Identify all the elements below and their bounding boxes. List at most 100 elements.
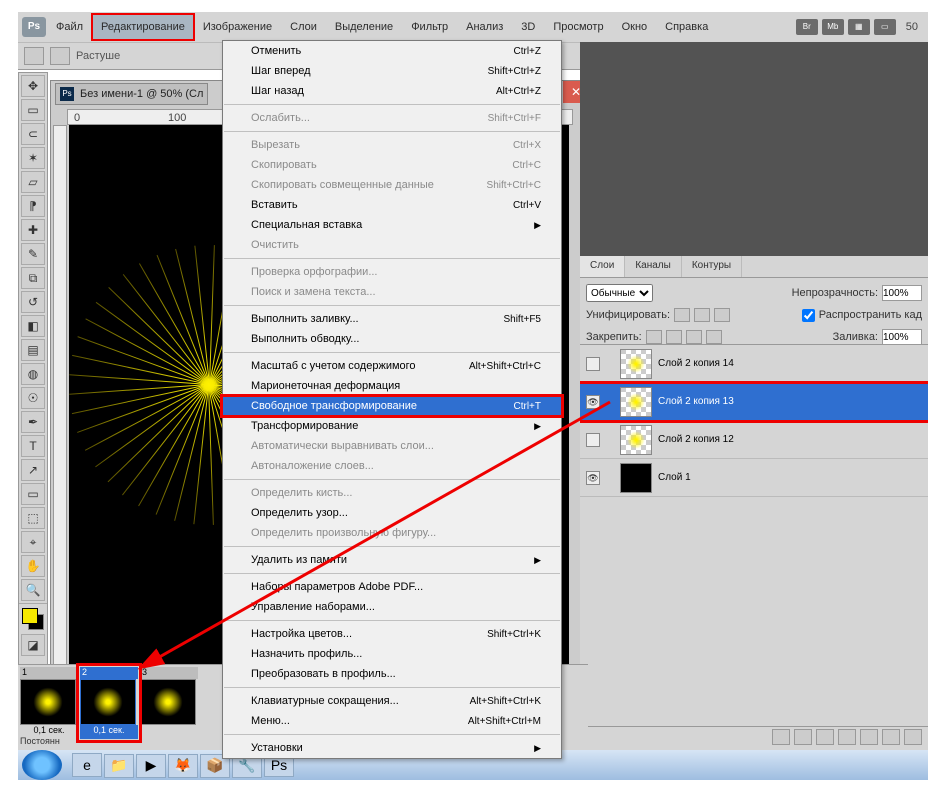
type-tool[interactable]: T (21, 435, 45, 457)
panel-tab[interactable]: Контуры (682, 256, 742, 277)
gradient-tool[interactable]: ▤ (21, 339, 45, 361)
heal-tool[interactable]: ✚ (21, 219, 45, 241)
start-button[interactable] (22, 750, 62, 780)
taskbar-app[interactable]: ▶ (136, 754, 166, 778)
menu-item[interactable]: Наборы параметров Adobe PDF... (223, 577, 561, 597)
propagate-checkbox[interactable] (802, 309, 815, 322)
menu-item[interactable]: Свободное трансформированиеCtrl+T (223, 396, 561, 416)
anim-frame[interactable]: 20,1 сек. (80, 667, 138, 739)
menu-item[interactable]: Клавиатурные сокращения...Alt+Shift+Ctrl… (223, 691, 561, 711)
anim-frame[interactable]: 3 (140, 667, 198, 739)
move-tool[interactable]: ✥ (21, 75, 45, 97)
eyedropper-tool[interactable]: ⁋ (21, 195, 45, 217)
menu-слои[interactable]: Слои (282, 15, 325, 39)
screen-icon[interactable]: ▭ (874, 19, 896, 35)
menu-item[interactable]: Определить узор... (223, 503, 561, 523)
menu-анализ[interactable]: Анализ (458, 15, 511, 39)
anim-frame[interactable]: 10,1 сек. (20, 667, 78, 739)
color-swatch[interactable] (22, 608, 44, 630)
menu-item[interactable]: Меню...Alt+Shift+Ctrl+M (223, 711, 561, 731)
history-brush-tool[interactable]: ↺ (21, 291, 45, 313)
arrange-icon[interactable]: ▦ (848, 19, 870, 35)
panel-tab[interactable]: Каналы (625, 256, 682, 277)
minibridge-pill[interactable]: Mb (822, 19, 844, 35)
menu-item[interactable]: Назначить профиль... (223, 644, 561, 664)
menu-item[interactable]: Преобразовать в профиль... (223, 664, 561, 684)
menu-item[interactable]: Марионеточная деформация (223, 376, 561, 396)
menu-3d[interactable]: 3D (513, 15, 543, 39)
panel-tab[interactable]: Слои (580, 256, 625, 277)
menu-выделение[interactable]: Выделение (327, 15, 401, 39)
crop-tool[interactable]: ▱ (21, 171, 45, 193)
tool-preset-icon[interactable] (24, 47, 44, 65)
visibility-icon[interactable] (586, 395, 600, 409)
marquee-tool[interactable]: ▭ (21, 99, 45, 121)
menu-item[interactable]: Специальная вставка▶ (223, 215, 561, 235)
hand-tool[interactable]: ✋ (21, 555, 45, 577)
lock-icon[interactable] (706, 330, 722, 344)
new-layer-icon[interactable] (882, 729, 900, 745)
unify-icon[interactable] (714, 308, 730, 322)
lock-icon[interactable] (646, 330, 662, 344)
layer-row[interactable]: Слой 2 копия 12 (580, 421, 928, 459)
lock-icon[interactable] (666, 330, 682, 344)
layer-row[interactable]: Слой 2 копия 14 (580, 345, 928, 383)
menu-item[interactable]: Управление наборами... (223, 597, 561, 617)
opacity-input[interactable] (882, 285, 922, 301)
camera-tool[interactable]: ⌖ (21, 531, 45, 553)
taskbar-app[interactable]: 🦊 (168, 754, 198, 778)
menu-просмотр[interactable]: Просмотр (545, 15, 611, 39)
wand-tool[interactable]: ✶ (21, 147, 45, 169)
shape-tool[interactable]: ▭ (21, 483, 45, 505)
menu-item[interactable]: Масштаб с учетом содержимогоAlt+Shift+Ct… (223, 356, 561, 376)
menu-item[interactable]: Выполнить обводку... (223, 329, 561, 349)
brush-tool[interactable]: ✎ (21, 243, 45, 265)
lock-icon[interactable] (686, 330, 702, 344)
zoom-tool[interactable]: 🔍 (21, 579, 45, 601)
menu-item[interactable]: Удалить из памяти▶ (223, 550, 561, 570)
taskbar-app[interactable]: e (72, 753, 102, 777)
fx-icon[interactable] (794, 729, 812, 745)
menu-окно[interactable]: Окно (614, 15, 656, 39)
lasso-tool[interactable]: ⊂ (21, 123, 45, 145)
menu-изображение[interactable]: Изображение (195, 15, 280, 39)
path-tool[interactable]: ↗ (21, 459, 45, 481)
blur-tool[interactable]: ◍ (21, 363, 45, 385)
menu-файл[interactable]: Файл (48, 15, 91, 39)
menu-item[interactable]: Шаг назадAlt+Ctrl+Z (223, 81, 561, 101)
menu-item[interactable]: Настройка цветов...Shift+Ctrl+K (223, 624, 561, 644)
menu-item[interactable]: ОтменитьCtrl+Z (223, 41, 561, 61)
fill-input[interactable] (882, 329, 922, 345)
menu-редактирование[interactable]: Редактирование (93, 15, 193, 39)
group-icon[interactable] (860, 729, 878, 745)
menu-item[interactable]: Трансформирование▶ (223, 416, 561, 436)
bridge-pill[interactable]: Br (796, 19, 818, 35)
stamp-tool[interactable]: ⧉ (21, 267, 45, 289)
mask-icon[interactable] (816, 729, 834, 745)
menu-фильтр[interactable]: Фильтр (403, 15, 456, 39)
dodge-tool[interactable]: ☉ (21, 387, 45, 409)
visibility-icon[interactable] (586, 357, 600, 371)
menu-item[interactable]: ВставитьCtrl+V (223, 195, 561, 215)
pen-tool[interactable]: ✒ (21, 411, 45, 433)
taskbar-app[interactable]: 📁 (104, 754, 134, 778)
adjustment-icon[interactable] (838, 729, 856, 745)
menu-item[interactable]: Выполнить заливку...Shift+F5 (223, 309, 561, 329)
trash-icon[interactable] (904, 729, 922, 745)
menu-item[interactable]: Установки▶ (223, 738, 561, 758)
menu-справка[interactable]: Справка (657, 15, 716, 39)
layer-row[interactable]: Слой 2 копия 13 (580, 383, 928, 421)
document-tab[interactable]: Ps Без имени-1 @ 50% (Сл (55, 83, 208, 105)
marquee-mode-icon[interactable] (50, 47, 70, 65)
layer-row[interactable]: Слой 1 (580, 459, 928, 497)
menu-item[interactable]: Шаг впередShift+Ctrl+Z (223, 61, 561, 81)
unify-icon[interactable] (674, 308, 690, 322)
unify-icon[interactable] (694, 308, 710, 322)
blend-mode-select[interactable]: Обычные (586, 284, 653, 302)
visibility-icon[interactable] (586, 471, 600, 485)
3d-tool[interactable]: ⬚ (21, 507, 45, 529)
link-icon[interactable] (772, 729, 790, 745)
visibility-icon[interactable] (586, 433, 600, 447)
eraser-tool[interactable]: ◧ (21, 315, 45, 337)
quickmask-tool[interactable]: ◪ (21, 634, 45, 656)
